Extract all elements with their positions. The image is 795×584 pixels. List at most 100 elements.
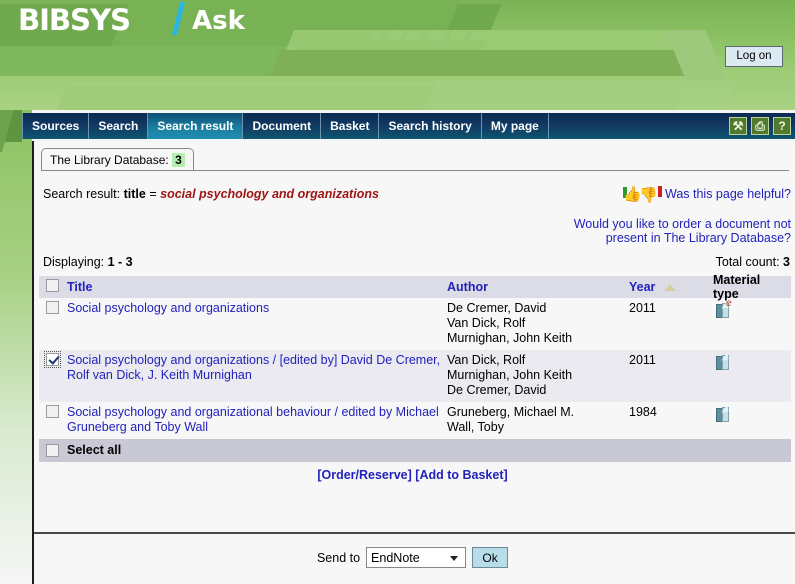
send-to-controls: Send to EndNote Ok	[34, 547, 791, 568]
nav-icon-group: ⚒ ⎙ ?	[729, 117, 791, 135]
row-author: Van Dick, Rolf	[447, 316, 526, 330]
book-fold-shape	[720, 404, 729, 413]
select-all-checkbox[interactable]	[46, 444, 59, 457]
total-count: Total count: 3	[716, 255, 790, 269]
row-select-checkbox[interactable]	[46, 301, 59, 314]
nav-tab-basket[interactable]: Basket	[321, 113, 380, 139]
send-to-selected-value: EndNote	[371, 550, 420, 565]
select-all-checkbox-cell	[39, 441, 67, 460]
nav-tab-search-history[interactable]: Search history	[379, 113, 482, 139]
printer-icon[interactable]: ⎙	[751, 117, 769, 135]
help-icon[interactable]: ?	[773, 117, 791, 135]
column-header-author[interactable]: Author	[447, 280, 488, 294]
was-this-page-helpful-link[interactable]: 👍 👎 Was this page helpful?	[622, 185, 791, 204]
results-panel: The Library Database: 3 Search result: t…	[32, 141, 795, 584]
nav-tab-document[interactable]: Document	[243, 113, 322, 139]
column-header-title[interactable]: Title	[67, 280, 92, 294]
thumbs-down-icon: 👎	[638, 187, 658, 204]
displaying-label: Displaying:	[43, 255, 105, 269]
row-select-checkbox[interactable]	[46, 405, 59, 418]
header-author-cell: Author	[447, 280, 629, 294]
header-year-cell: Year	[629, 280, 713, 294]
add-to-basket-link[interactable]: [Add to Basket]	[415, 468, 507, 482]
row-author: Gruneberg, Michael M.	[447, 405, 575, 419]
row-author: Murnighan, John Keith	[447, 368, 573, 382]
search-summary-query: social psychology and organizations	[160, 187, 379, 201]
ebook-e-superscript: e	[726, 298, 732, 309]
row-year: 1984	[629, 405, 657, 419]
row-year: 2011	[629, 301, 656, 315]
total-count-label: Total count:	[715, 255, 780, 269]
displaying-value: 1 - 3	[107, 255, 133, 269]
select-all-label-cell: Select all	[67, 440, 447, 461]
row-author-cell: De Cremer, David Van Dick, Rolf Murnigha…	[447, 298, 629, 350]
banner-bar-top	[285, 30, 695, 50]
thumbs-feedback-icon: 👍 👎	[622, 185, 663, 204]
send-to-select[interactable]: EndNote	[366, 547, 467, 568]
row-title-link[interactable]: Social psychology and organizational beh…	[67, 405, 439, 434]
order-reserve-link[interactable]: [Order/Reserve]	[317, 468, 412, 482]
header-select-checkbox[interactable]	[46, 279, 59, 292]
table-row[interactable]: Social psychology and organizations / [e…	[39, 350, 791, 402]
search-summary: Search result: title = social psychology…	[43, 187, 379, 201]
displaying-range: Displaying: 1 - 3	[43, 255, 133, 269]
ok-button[interactable]: Ok	[472, 547, 509, 568]
order-document-link[interactable]: Would you like to order a document not p…	[571, 217, 791, 245]
nav-tab-list: Sources Search Search result Document Ba…	[22, 113, 549, 139]
row-title-cell: Social psychology and organizations / [e…	[67, 350, 447, 402]
row-year-cell: 1984	[629, 402, 713, 439]
book-icon	[713, 404, 733, 424]
row-checkbox-cell	[39, 298, 67, 350]
nav-tab-search-result[interactable]: Search result	[148, 113, 244, 139]
table-header-row: Title Author Year Material type	[39, 273, 791, 301]
row-checkbox-cell	[39, 350, 67, 402]
banner-shape-bottom2	[423, 80, 737, 110]
nav-tab-search[interactable]: Search	[89, 113, 149, 139]
results-table: Title Author Year Material type Social p…	[39, 273, 791, 462]
total-count-value: 3	[783, 255, 790, 269]
book-fold-shape	[720, 352, 729, 361]
banner-shape-c	[0, 46, 297, 76]
left-edge-gradient	[0, 110, 32, 584]
header-material-cell: Material type	[713, 273, 787, 301]
log-on-button[interactable]: Log on	[725, 46, 783, 67]
row-author: Wall, Toby	[447, 420, 504, 434]
send-to-label: Send to	[316, 550, 361, 565]
table-row[interactable]: Social psychology and organizations De C…	[39, 298, 791, 350]
column-header-year[interactable]: Year	[629, 280, 655, 294]
database-tab[interactable]: The Library Database: 3	[41, 148, 194, 170]
row-material-cell	[713, 402, 787, 439]
column-header-material-type: Material type	[713, 273, 761, 301]
row-title-link[interactable]: Social psychology and organizations	[67, 301, 269, 315]
row-material-cell	[713, 350, 787, 402]
row-author-cell: Van Dick, Rolf Murnighan, John Keith De …	[447, 350, 629, 402]
database-tab-label: The Library Database:	[50, 153, 169, 167]
search-summary-prefix: Search result:	[43, 187, 121, 201]
header-title-cell: Title	[67, 280, 447, 294]
row-author: Murnighan, John Keith	[447, 331, 573, 345]
row-author: De Cremer, David	[447, 383, 547, 397]
nav-tab-my-page[interactable]: My page	[482, 113, 549, 139]
select-all-row[interactable]: Select all	[39, 439, 791, 462]
book-icon	[713, 352, 733, 372]
row-actions: [Order/Reserve] [Add to Basket]	[34, 468, 791, 482]
bibsys-logo[interactable]: BIBSYS	[18, 3, 131, 37]
database-tab-rule	[41, 170, 789, 171]
row-title-cell: Social psychology and organizations	[67, 298, 447, 350]
nav-tab-sources[interactable]: Sources	[22, 113, 90, 139]
row-author-cell: Gruneberg, Michael M. Wall, Toby	[447, 402, 629, 439]
row-select-checkbox[interactable]	[44, 351, 61, 368]
wrench-icon[interactable]: ⚒	[729, 117, 747, 135]
row-checkbox-cell	[39, 402, 67, 439]
ebook-icon: e	[713, 298, 733, 320]
table-row[interactable]: Social psychology and organizational beh…	[39, 402, 791, 439]
footer-divider	[34, 532, 795, 534]
row-title-link[interactable]: Social psychology and organizations / [e…	[67, 353, 440, 382]
was-this-page-helpful-label: Was this page helpful?	[664, 187, 791, 201]
row-material-cell: e	[713, 298, 787, 350]
red-flag-icon	[657, 186, 662, 197]
header-checkbox-cell	[39, 279, 67, 295]
sort-ascending-icon[interactable]	[663, 284, 676, 292]
app-name: Ask	[192, 6, 245, 36]
row-year: 2011	[629, 353, 656, 367]
